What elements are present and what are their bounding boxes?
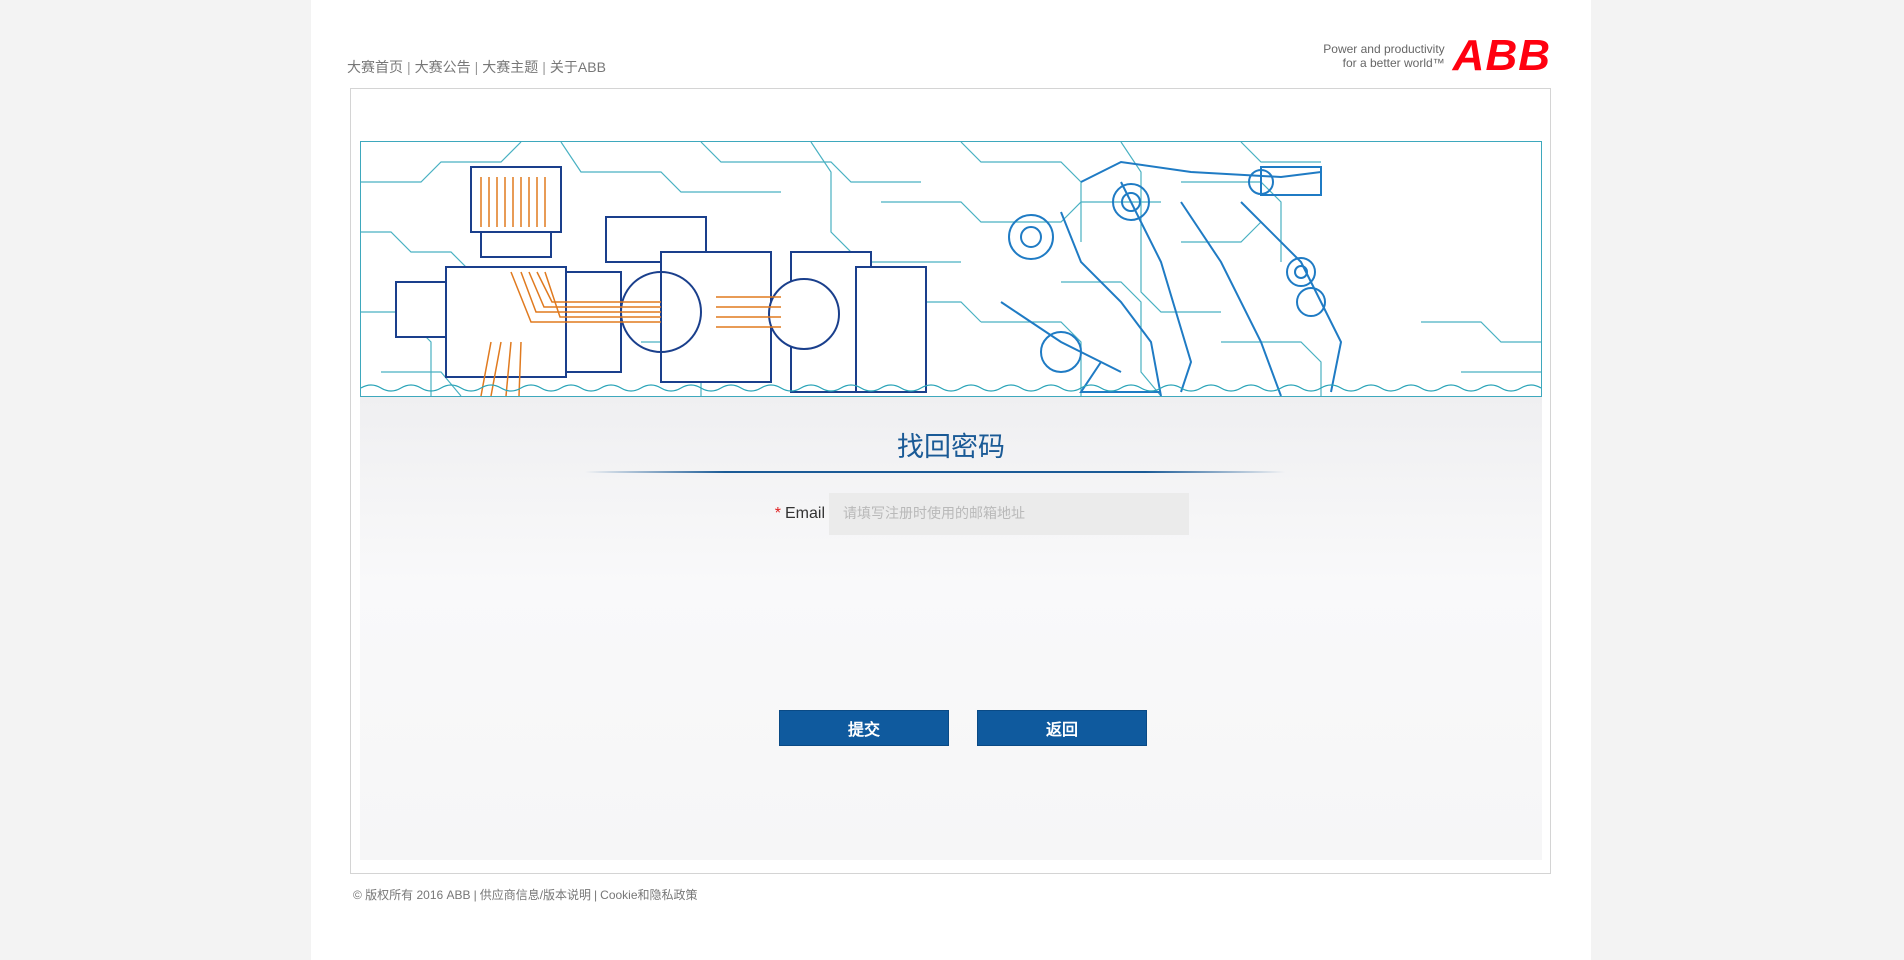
nav-item-announcements[interactable]: 大赛公告 xyxy=(415,59,471,75)
page-container: 大赛首页 | 大赛公告 | 大赛主题 | 关于ABB Power and productiv… xyxy=(311,0,1591,960)
nav-item-home[interactable]: 大赛首页 xyxy=(347,59,403,75)
recover-password-panel: 找回密码 *Email 提交 返回 xyxy=(360,397,1542,860)
nav-separator: | xyxy=(542,59,546,75)
tagline-line-1: Power and productivity xyxy=(1323,42,1445,56)
nav-item-topics[interactable]: 大赛主题 xyxy=(482,59,538,75)
footer-separator: | xyxy=(594,888,598,902)
nav-item-about-abb[interactable]: 关于ABB xyxy=(550,59,606,75)
email-input[interactable] xyxy=(829,493,1189,535)
main-frame: 找回密码 *Email 提交 返回 xyxy=(350,88,1551,874)
abb-logo[interactable]: ABB xyxy=(1453,34,1551,78)
email-row: * Email xyxy=(360,493,1542,537)
email-label: * Email xyxy=(775,505,825,523)
brand-tagline: Power and productivity for a better worl… xyxy=(1323,42,1444,70)
required-marker: * xyxy=(774,505,781,522)
submit-button[interactable]: 提交 xyxy=(779,710,949,746)
footer-link-cookie-privacy[interactable]: Cookie和隐私政策 xyxy=(600,888,697,902)
footer: © 版权所有 2016 ABB | 供应商信息/版本说明 | Cookie和隐私政策 xyxy=(353,886,698,903)
nav-separator: | xyxy=(407,59,411,75)
email-label-text: Email xyxy=(784,505,825,522)
footer-copyright: © 版权所有 2016 ABB xyxy=(353,888,471,902)
tagline-line-2: for a better world™ xyxy=(1342,56,1445,70)
footer-separator: | xyxy=(473,888,477,902)
banner-illustration xyxy=(360,141,1542,397)
title-divider xyxy=(585,471,1285,473)
top-navigation: 大赛首页 | 大赛公告 | 大赛主题 | 关于ABB xyxy=(347,57,606,77)
back-button[interactable]: 返回 xyxy=(977,710,1147,746)
brand-header: Power and productivity for a better worl… xyxy=(1323,34,1551,78)
circuit-machinery-illustration xyxy=(361,142,1541,396)
nav-separator: | xyxy=(474,59,479,75)
page-title: 找回密码 xyxy=(897,432,1005,463)
footer-link-supplier-info[interactable]: 供应商信息/版本说明 xyxy=(480,888,591,902)
